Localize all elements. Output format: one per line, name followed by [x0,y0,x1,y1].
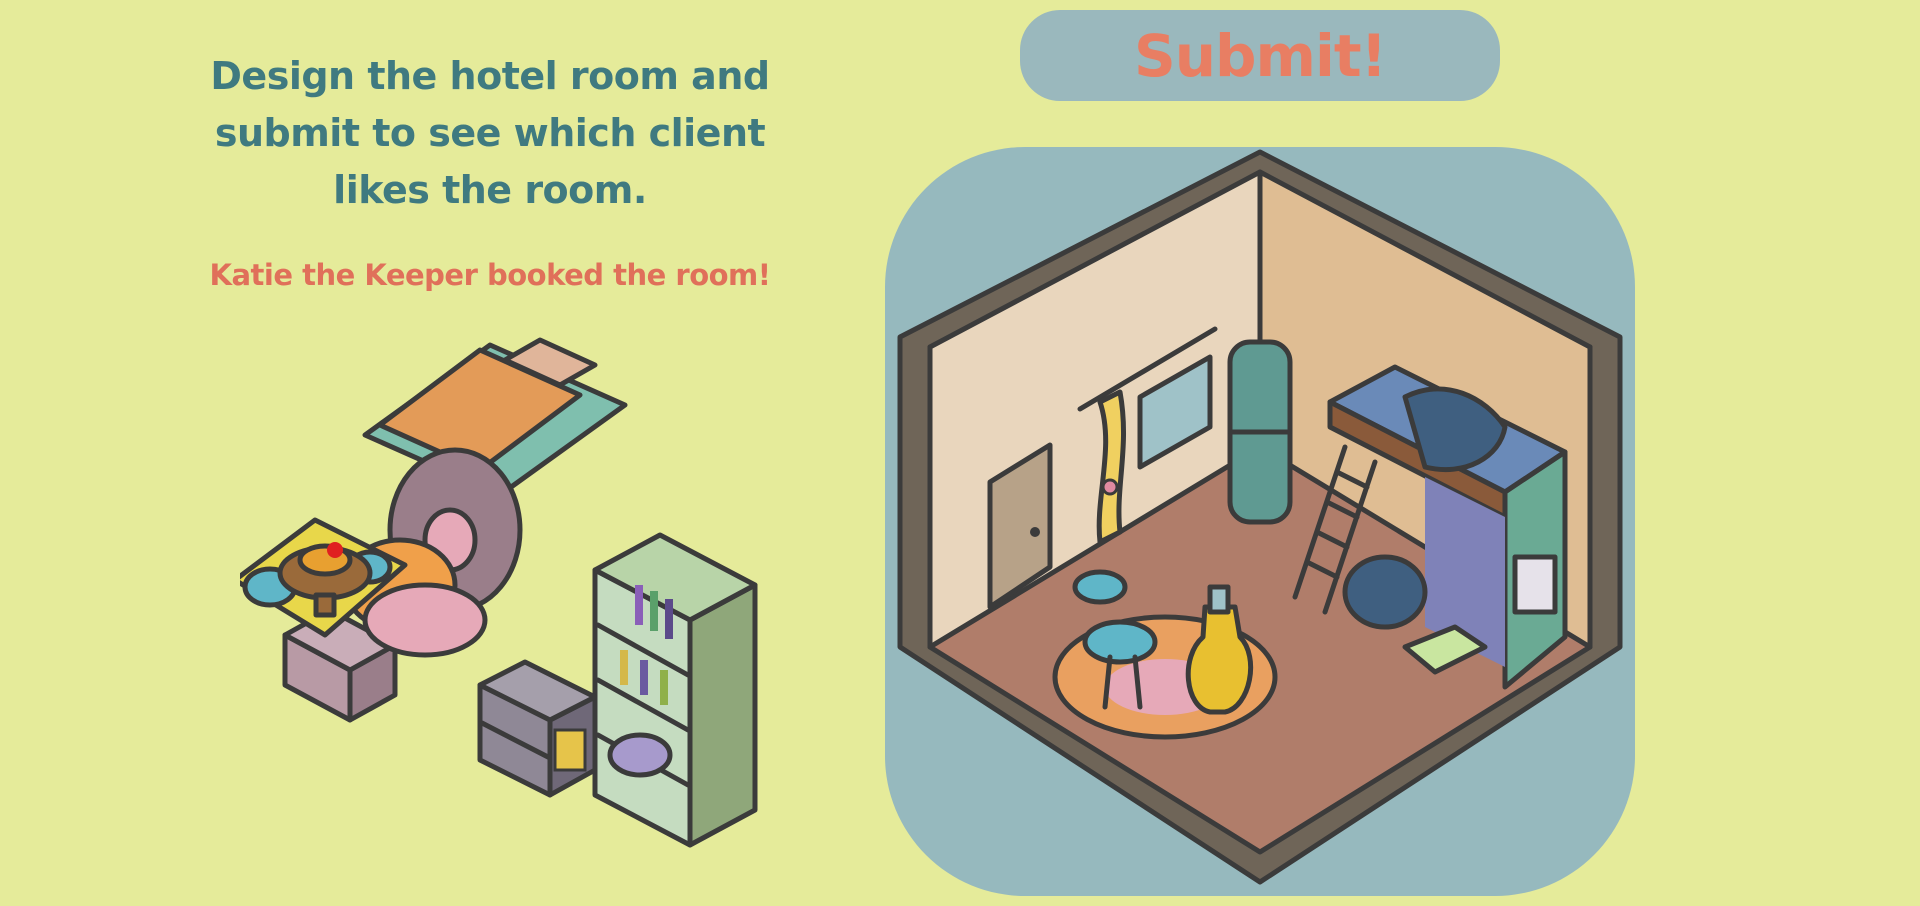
wall-calendar[interactable] [1512,554,1558,615]
bookshelf-item[interactable] [592,532,758,848]
bean-bag[interactable] [1342,554,1428,630]
furniture-pile [240,325,770,855]
curtain[interactable] [1096,389,1127,545]
instructions-line-1: Design the hotel room and [210,54,770,98]
instructions-line-3: likes the room. [333,168,647,212]
instructions-text: Design the hotel room and submit to see … [190,48,790,219]
stool[interactable] [1072,569,1128,605]
tall-cabinet[interactable] [1227,339,1293,525]
dresser-item[interactable] [477,659,598,798]
room-preview [885,147,1635,896]
submit-button[interactable]: Submit! [1020,10,1500,101]
instructions-line-2: submit to see which client [214,111,766,155]
booking-message: Katie the Keeper booked the room! [209,258,771,292]
